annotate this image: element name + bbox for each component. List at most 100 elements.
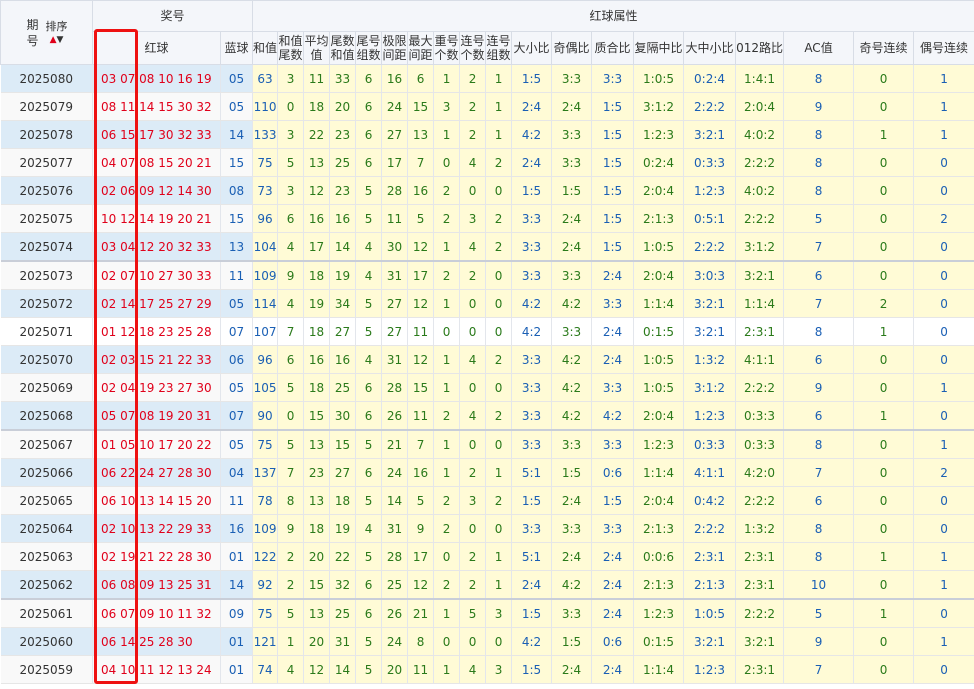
attr-cell-0: 133 (252, 120, 279, 149)
attr-cell-1: 9 (277, 260, 305, 290)
attr-cell-14: 1:2:3 (683, 401, 737, 431)
attr-cell-16: 9 (783, 627, 855, 656)
attr-cell-9: 2 (485, 232, 513, 262)
attr-cell-2: 16 (303, 345, 331, 374)
attr-cell-0: 75 (252, 148, 279, 177)
attr-cell-0: 114 (252, 289, 279, 318)
attr-cell-3: 32 (329, 570, 357, 600)
lottery-table: 期号 排序 ▲▼ 奖号 红球属性 红球 蓝球 和值 和值尾数 平均值 尾数和值 尾号组数… (0, 0, 974, 684)
table-row: 2025065 06 10 13 14 15 20 11 78 8 13 18 5 14 5 2 3 2… (0, 486, 974, 515)
attr-cell-6: 6 (407, 64, 435, 93)
red-ball-cell: 06 14 25 28 30 (92, 627, 221, 656)
period-cell: 2025068 (0, 401, 93, 431)
attr-cell-16: 8 (783, 542, 855, 571)
attr-header-6: 最大间距 (407, 31, 435, 65)
period-label: 期号 (26, 17, 39, 48)
attr-cell-8: 0 (459, 289, 487, 318)
attr-cell-10: 3:3 (511, 260, 553, 290)
attr-cell-17: 1 (853, 120, 915, 149)
attr-cell-13: 1:1:4 (633, 289, 685, 318)
blue-ball-cell: 05 (220, 373, 254, 402)
attr-cell-17: 1 (853, 401, 915, 431)
sort-button[interactable]: 排序 ▲▼ (46, 20, 68, 45)
attr-cell-13: 1:2:3 (633, 429, 685, 459)
attr-cell-5: 28 (381, 542, 409, 571)
attr-cell-4: 4 (355, 232, 383, 262)
period-header[interactable]: 期号 排序 ▲▼ (0, 0, 93, 65)
table-row: 2025080 03 07 08 10 16 19 05 63 3 11 33 6 16 6 1 2 1… (0, 64, 974, 93)
attr-cell-16: 8 (783, 148, 855, 177)
attr-cell-16: 6 (783, 401, 855, 431)
attr-cell-15: 2:3:1 (735, 570, 785, 600)
table-row: 2025078 06 15 17 30 32 33 14 133 3 22 23 6 27 13 1… (0, 120, 974, 149)
attr-cell-13: 1:2:3 (633, 598, 685, 628)
attr-cell-12: 4:2 (591, 401, 635, 431)
blue-ball-cell: 06 (220, 345, 254, 374)
attr-cell-8: 0 (459, 373, 487, 402)
attr-cell-15: 4:0:2 (735, 120, 785, 149)
attr-cell-6: 13 (407, 120, 435, 149)
table-row: 2025075 10 12 14 19 20 21 15 96 6 16 16 5 11 5 2 3 2… (0, 204, 974, 233)
attr-cell-11: 2:4 (551, 655, 593, 684)
attr-cell-5: 24 (381, 458, 409, 487)
table-body: 2025080 03 07 08 10 16 19 05 63 3 11 33 6 16 6 1 2 1… (0, 64, 974, 684)
attr-cell-18: 0 (913, 598, 974, 628)
attr-cell-5: 20 (381, 655, 409, 684)
attr-cell-12: 3:3 (591, 64, 635, 93)
attr-cell-10: 3:3 (511, 401, 553, 431)
attr-cell-8: 5 (459, 598, 487, 628)
attr-cell-13: 2:1:3 (633, 570, 685, 600)
attr-cell-15: 4:1:1 (735, 345, 785, 374)
attr-cell-4: 5 (355, 176, 383, 205)
attr-cell-5: 17 (381, 148, 409, 177)
attr-cell-10: 5:1 (511, 458, 553, 487)
attr-cell-15: 4:2:0 (735, 458, 785, 487)
red-ball-cell: 02 07 10 27 30 33 (92, 260, 221, 290)
blue-ball-header: 蓝球 (219, 31, 254, 65)
attr-cell-3: 20 (329, 92, 357, 121)
attr-cell-9: 0 (485, 373, 513, 402)
attr-cell-14: 1:0:5 (683, 598, 737, 628)
attr-cell-12: 1:5 (591, 486, 635, 515)
attr-cell-14: 2:2:2 (683, 514, 737, 543)
attr-cell-12: 2:4 (591, 317, 635, 346)
period-cell: 2025073 (0, 260, 93, 290)
attr-cell-2: 18 (303, 317, 331, 346)
attr-cell-6: 12 (407, 570, 435, 600)
attr-cell-15: 0:3:3 (735, 401, 785, 431)
attr-cell-10: 3:3 (511, 514, 553, 543)
attr-cell-0: 122 (252, 542, 279, 571)
attr-cell-6: 17 (407, 260, 435, 290)
attr-cell-2: 23 (303, 458, 331, 487)
attr-cell-18: 1 (913, 627, 974, 656)
period-cell: 2025066 (0, 458, 93, 487)
attr-cell-1: 5 (277, 148, 305, 177)
attr-cell-0: 109 (252, 260, 279, 290)
red-ball-cell: 06 22 24 27 28 30 (92, 458, 221, 487)
attr-cell-0: 96 (252, 345, 279, 374)
attr-cell-16: 7 (783, 655, 855, 684)
attr-cell-13: 2:1:3 (633, 514, 685, 543)
attr-cell-16: 7 (783, 232, 855, 262)
attr-cell-5: 27 (381, 289, 409, 318)
attr-cell-14: 3:2:1 (683, 289, 737, 318)
attr-cell-12: 0:6 (591, 458, 635, 487)
attr-cell-13: 2:0:4 (633, 486, 685, 515)
attr-cell-3: 25 (329, 598, 357, 628)
blue-ball-cell: 11 (220, 260, 254, 290)
attr-cell-4: 5 (355, 486, 383, 515)
red-ball-cell: 06 08 09 13 25 31 (92, 570, 221, 600)
attr-cell-14: 2:2:2 (683, 232, 737, 262)
attr-cell-7: 0 (433, 627, 461, 656)
attr-cell-8: 2 (459, 64, 487, 93)
attr-header-12: 质合比 (591, 31, 635, 65)
attr-cell-17: 0 (853, 514, 915, 543)
attr-cell-9: 1 (485, 64, 513, 93)
attr-cell-8: 0 (459, 176, 487, 205)
attr-cell-10: 3:3 (511, 373, 553, 402)
attr-cell-15: 2:2:2 (735, 598, 785, 628)
attr-cell-15: 3:2:1 (735, 627, 785, 656)
period-cell: 2025079 (0, 92, 93, 121)
attr-cell-8: 3 (459, 486, 487, 515)
prize-header: 奖号 (91, 0, 254, 32)
